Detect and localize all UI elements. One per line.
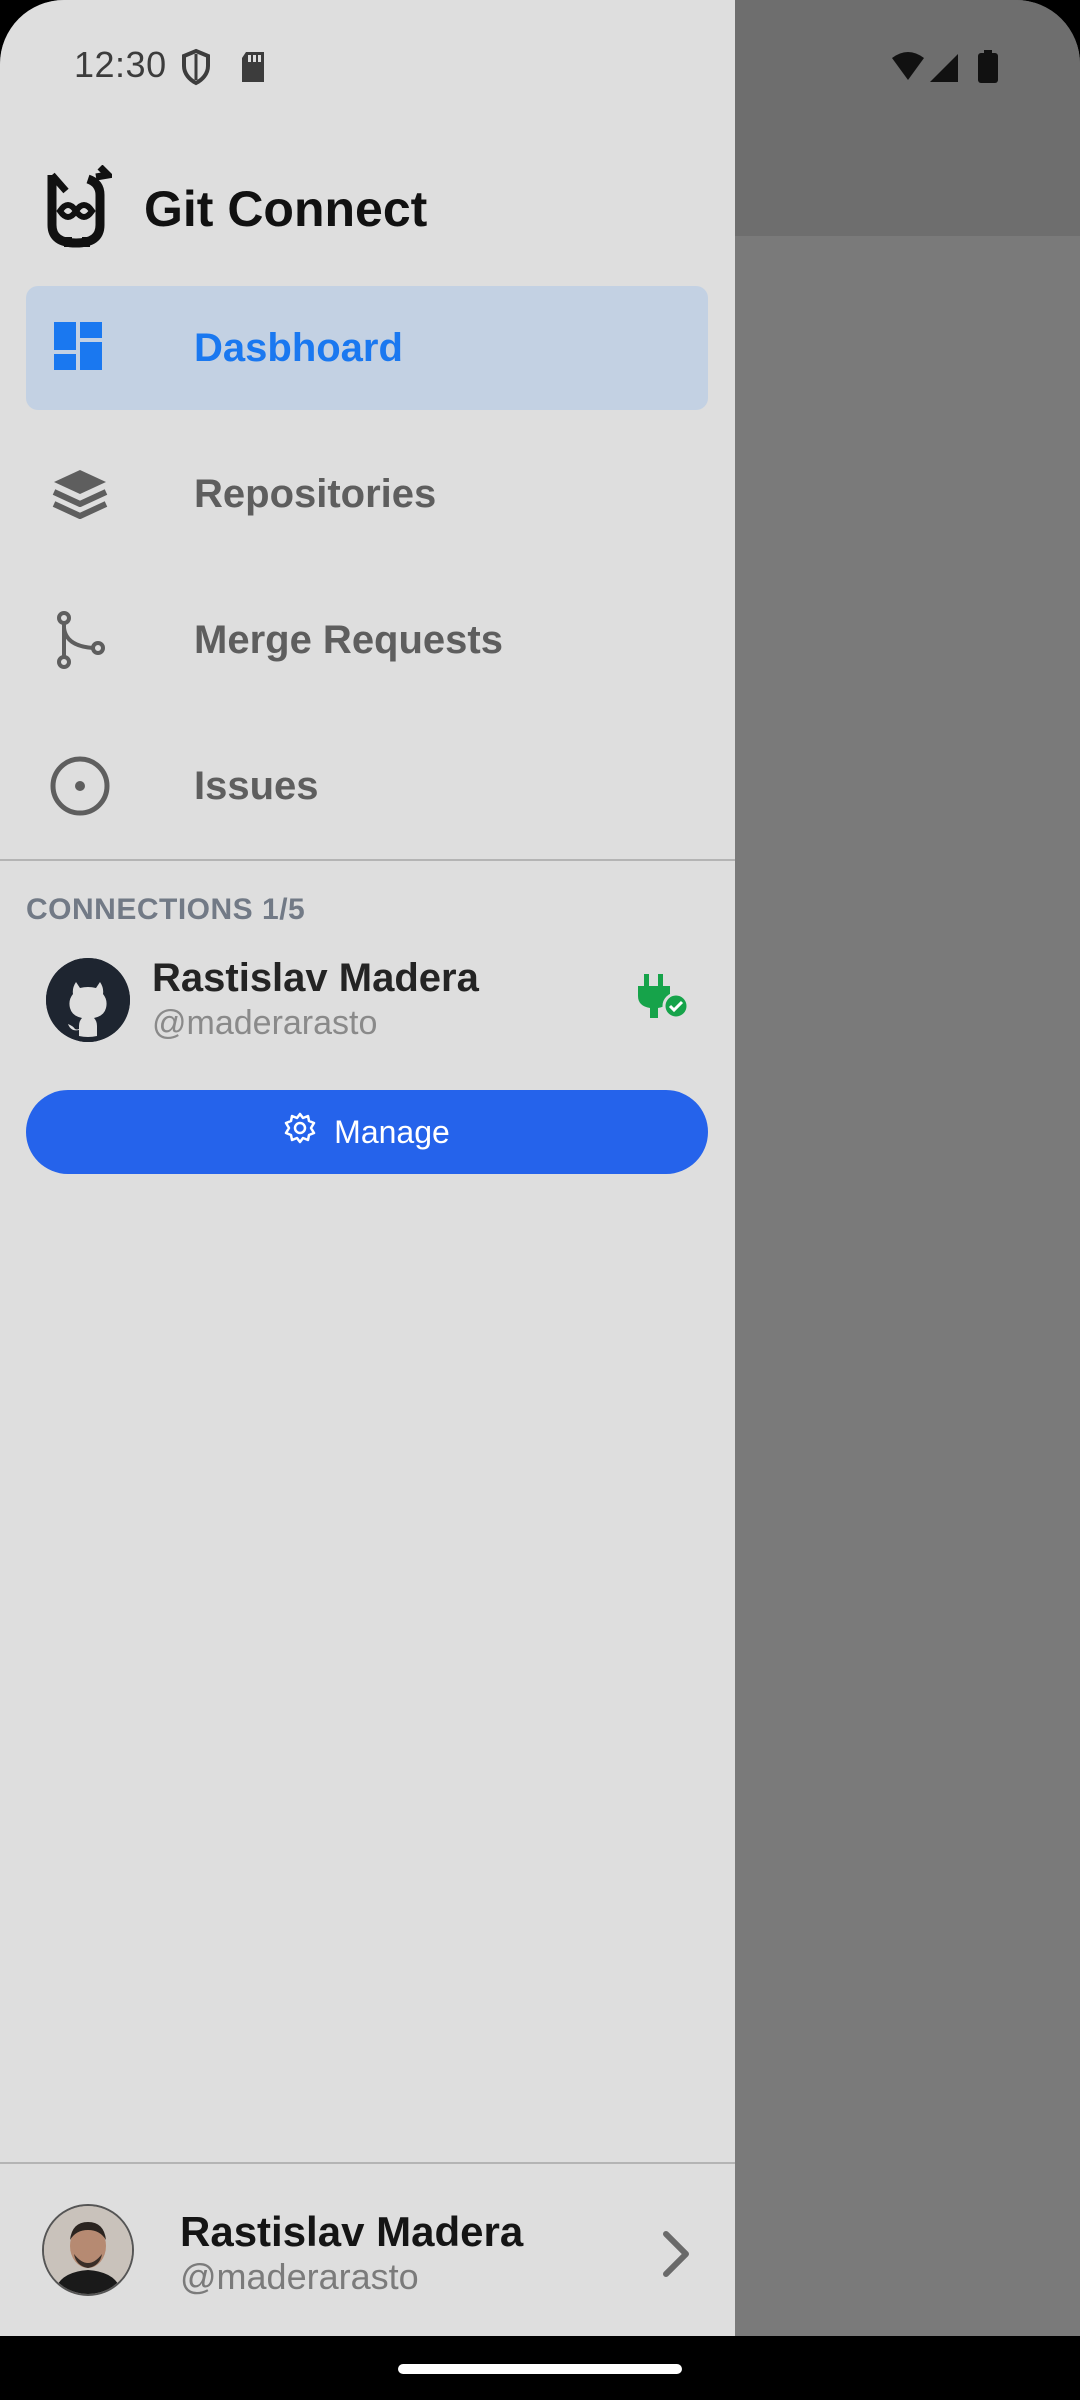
merge-icon — [50, 610, 110, 670]
scrim-app-bar — [735, 0, 1080, 236]
connection-name: Rastislav Madera — [152, 956, 479, 1000]
nav-item-dashboard[interactable]: Dasbhoard — [26, 286, 708, 410]
app-title: Git Connect — [144, 181, 428, 237]
manage-label: Manage — [334, 1113, 450, 1150]
git-connect-logo-icon — [42, 164, 116, 249]
nav-label-repositories: Repositories — [194, 472, 437, 516]
connections-header: CONNECTIONS 1/5 — [26, 893, 306, 926]
wifi-icon — [892, 52, 924, 80]
shield-icon — [180, 48, 212, 91]
nav-label-merge-requests: Merge Requests — [194, 618, 503, 662]
screen: 12:30 Git Connect Dasbhoard Repositories… — [0, 0, 1080, 2336]
dashboard-icon — [50, 318, 110, 378]
connection-handle: @maderarasto — [152, 1004, 378, 1042]
nav-item-issues[interactable]: Issues — [26, 724, 708, 848]
github-icon — [46, 958, 130, 1042]
navigation-drawer: 12:30 Git Connect Dasbhoard Repositories… — [0, 0, 735, 2336]
layers-icon — [50, 464, 110, 524]
nav-item-repositories[interactable]: Repositories — [26, 432, 708, 556]
profile-handle: @maderarasto — [180, 2256, 419, 2297]
home-indicator[interactable] — [398, 2364, 682, 2374]
sd-card-icon — [238, 50, 268, 89]
nav-label-issues: Issues — [194, 764, 319, 808]
avatar — [42, 2204, 134, 2296]
gear-icon — [284, 1112, 316, 1152]
divider — [0, 859, 735, 861]
manage-button[interactable]: Manage — [26, 1090, 708, 1174]
divider — [0, 2162, 735, 2164]
system-status-icons — [890, 48, 1010, 93]
chevron-right-icon — [656, 2226, 696, 2282]
plug-connected-icon — [636, 972, 692, 1024]
nav-item-merge-requests[interactable]: Merge Requests — [26, 578, 708, 702]
status-time: 12:30 — [74, 44, 167, 85]
profile-name: Rastislav Madera — [180, 2208, 524, 2255]
cell-signal-icon — [930, 54, 958, 82]
battery-icon — [978, 50, 998, 83]
nav-label-dashboard: Dasbhoard — [194, 326, 403, 370]
issue-circle-icon — [50, 756, 110, 816]
